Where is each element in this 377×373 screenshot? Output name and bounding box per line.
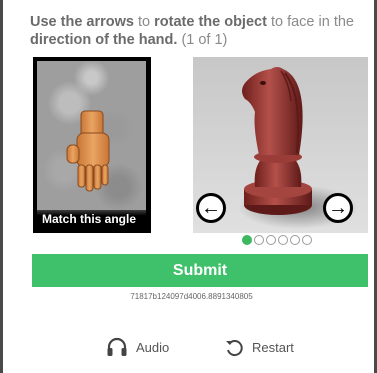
instruction-normal-1: to — [133, 14, 155, 30]
instruction-normal-2: to face in the — [266, 14, 354, 30]
session-id: 71817b124097d4006.8891340805 — [130, 292, 253, 301]
arrow-left-icon: ← — [201, 197, 221, 219]
pagination-dot[interactable] — [302, 235, 312, 245]
captcha-frame: Use the arrows to rotate the object to f… — [0, 0, 377, 373]
pagination-dot[interactable] — [290, 235, 300, 245]
instruction-strong-1: Use the arrows — [30, 14, 134, 30]
instruction-strong-3: direction of the hand. — [30, 32, 178, 48]
rotate-right-button[interactable]: → — [323, 193, 353, 223]
headphones-icon — [107, 337, 127, 356]
pagination-dot[interactable] — [266, 235, 276, 245]
arrow-right-icon: → — [328, 197, 348, 219]
instruction-strong-2: rotate the object — [154, 14, 267, 30]
restart-icon — [226, 340, 243, 357]
instruction-progress: (1 of 1) — [177, 32, 228, 48]
pagination-dots — [242, 235, 312, 247]
pagination-dot-active[interactable] — [242, 235, 252, 245]
rotate-left-button[interactable]: ← — [196, 193, 226, 223]
audio-label: Audio — [136, 339, 170, 355]
match-angle-label: Match this angle — [37, 210, 146, 229]
pagination-dot[interactable] — [254, 235, 264, 245]
reference-image: Match this angle — [37, 61, 146, 229]
hand-icon — [66, 110, 110, 192]
restart-label: Restart — [252, 339, 294, 355]
audio-button[interactable]: Audio — [106, 336, 169, 358]
submit-button[interactable]: Submit — [32, 254, 368, 287]
reference-image-panel: Match this angle — [33, 57, 151, 233]
pagination-dot[interactable] — [278, 235, 288, 245]
restart-button[interactable]: Restart — [224, 336, 294, 358]
instruction-text: Use the arrows to rotate the object to f… — [30, 13, 375, 49]
